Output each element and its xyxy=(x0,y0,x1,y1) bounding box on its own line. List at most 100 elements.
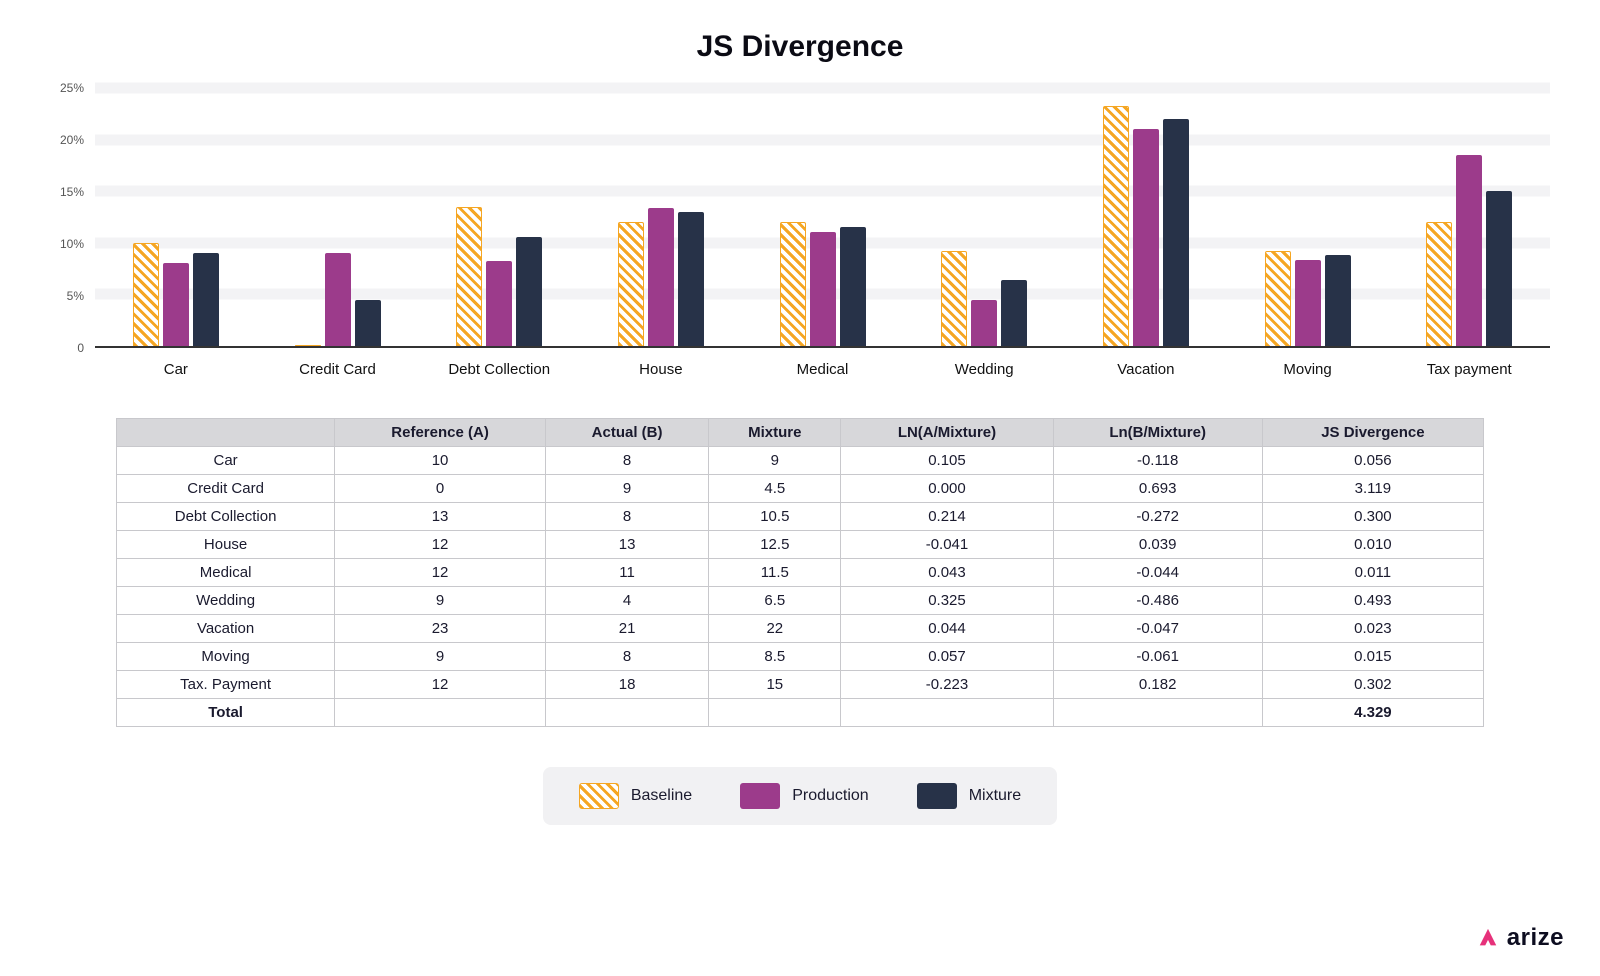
table-cell: Tax. Payment xyxy=(117,671,335,699)
table-cell: Medical xyxy=(117,559,335,587)
table-cell: -0.041 xyxy=(841,531,1053,559)
table-cell: 6.5 xyxy=(709,587,841,615)
table-header-cell: JS Divergence xyxy=(1262,419,1483,447)
legend-label: Mixture xyxy=(969,787,1021,805)
table-total-row: Total4.329 xyxy=(117,699,1484,727)
table-cell: 10.5 xyxy=(709,503,841,531)
table-cell: -0.118 xyxy=(1053,447,1262,475)
table-cell: -0.223 xyxy=(841,671,1053,699)
bar-group xyxy=(257,88,419,346)
table-row: Debt Collection13810.50.214-0.2720.300 xyxy=(117,503,1484,531)
brand-logo: arize xyxy=(1477,924,1564,952)
table-header-cell xyxy=(117,419,335,447)
production-bar xyxy=(325,253,351,346)
table-cell: 8 xyxy=(545,503,708,531)
table-cell: 11 xyxy=(545,559,708,587)
legend-item-baseline: Baseline xyxy=(579,783,692,809)
x-tick-label: Car xyxy=(95,353,257,378)
table-row: Credit Card094.50.0000.6933.119 xyxy=(117,475,1484,503)
mixture-bar xyxy=(355,300,381,346)
bar-groups xyxy=(95,88,1550,346)
table-cell: -0.047 xyxy=(1053,615,1262,643)
table-cell: 0.693 xyxy=(1053,475,1262,503)
production-bar xyxy=(1133,129,1159,346)
table-cell xyxy=(709,699,841,727)
arize-icon xyxy=(1477,927,1499,949)
x-tick-label: Wedding xyxy=(903,353,1065,378)
table-cell: 3.119 xyxy=(1262,475,1483,503)
page-title: JS Divergence xyxy=(40,30,1560,64)
bar-group xyxy=(742,88,904,346)
legend-item-mixture: Mixture xyxy=(917,783,1021,809)
production-bar xyxy=(486,261,512,346)
table-cell: 10 xyxy=(335,447,546,475)
table-row: Medical121111.50.043-0.0440.011 xyxy=(117,559,1484,587)
table-cell: 0.105 xyxy=(841,447,1053,475)
y-tick-label: 10% xyxy=(60,237,84,251)
table-cell: 0.043 xyxy=(841,559,1053,587)
bar-group xyxy=(903,88,1065,346)
table-cell: -0.486 xyxy=(1053,587,1262,615)
table-cell: 9 xyxy=(335,643,546,671)
table-cell: 0.493 xyxy=(1262,587,1483,615)
table-cell: House xyxy=(117,531,335,559)
y-tick-label: 20% xyxy=(60,133,84,147)
legend-label: Baseline xyxy=(631,787,692,805)
table-cell: 0.010 xyxy=(1262,531,1483,559)
table-body: Car10890.105-0.1180.056Credit Card094.50… xyxy=(117,447,1484,727)
table-cell: 15 xyxy=(709,671,841,699)
table-row: House121312.5-0.0410.0390.010 xyxy=(117,531,1484,559)
table-cell: Total xyxy=(117,699,335,727)
baseline-bar xyxy=(618,222,644,346)
table-cell: 0.214 xyxy=(841,503,1053,531)
table-cell: 11.5 xyxy=(709,559,841,587)
table-cell: 0 xyxy=(335,475,546,503)
x-tick-label: Moving xyxy=(1227,353,1389,378)
table-cell: Car xyxy=(117,447,335,475)
x-tick-label: Debt Collection xyxy=(418,353,580,378)
plot-area xyxy=(95,88,1550,348)
baseline-bar xyxy=(295,345,321,346)
table-cell xyxy=(335,699,546,727)
production-bar xyxy=(163,263,189,346)
legend-item-production: Production xyxy=(740,783,869,809)
table-cell: 0.300 xyxy=(1262,503,1483,531)
production-bar xyxy=(1295,260,1321,346)
table-cell: 0.000 xyxy=(841,475,1053,503)
table-cell: 0.044 xyxy=(841,615,1053,643)
mixture-bar xyxy=(193,253,219,346)
table-cell: Wedding xyxy=(117,587,335,615)
table-header-cell: LN(A/Mixture) xyxy=(841,419,1053,447)
table-cell: 0.023 xyxy=(1262,615,1483,643)
x-tick-label: House xyxy=(580,353,742,378)
x-tick-label: Tax payment xyxy=(1388,353,1550,378)
table-header-cell: Actual (B) xyxy=(545,419,708,447)
table-row: Car10890.105-0.1180.056 xyxy=(117,447,1484,475)
table-cell: 12 xyxy=(335,531,546,559)
table-cell xyxy=(1053,699,1262,727)
table-cell: 18 xyxy=(545,671,708,699)
table-cell: -0.061 xyxy=(1053,643,1262,671)
baseline-bar xyxy=(1265,251,1291,346)
production-bar xyxy=(810,232,836,346)
table-cell: 9 xyxy=(709,447,841,475)
table-cell: 0.302 xyxy=(1262,671,1483,699)
table-cell: -0.272 xyxy=(1053,503,1262,531)
baseline-bar xyxy=(941,251,967,346)
table-cell: 0.182 xyxy=(1053,671,1262,699)
table-header-cell: Reference (A) xyxy=(335,419,546,447)
table-cell: 8 xyxy=(545,643,708,671)
table-row: Tax. Payment121815-0.2230.1820.302 xyxy=(117,671,1484,699)
table-cell: 8 xyxy=(545,447,708,475)
bar-group xyxy=(95,88,257,346)
production-swatch-icon xyxy=(740,783,780,809)
mixture-bar xyxy=(516,237,542,346)
table-cell: -0.044 xyxy=(1053,559,1262,587)
mixture-bar xyxy=(678,212,704,346)
table-cell: Vacation xyxy=(117,615,335,643)
table-cell: 12.5 xyxy=(709,531,841,559)
table-cell: 9 xyxy=(335,587,546,615)
mixture-bar xyxy=(840,227,866,346)
table-cell: 9 xyxy=(545,475,708,503)
table-row: Wedding946.50.325-0.4860.493 xyxy=(117,587,1484,615)
